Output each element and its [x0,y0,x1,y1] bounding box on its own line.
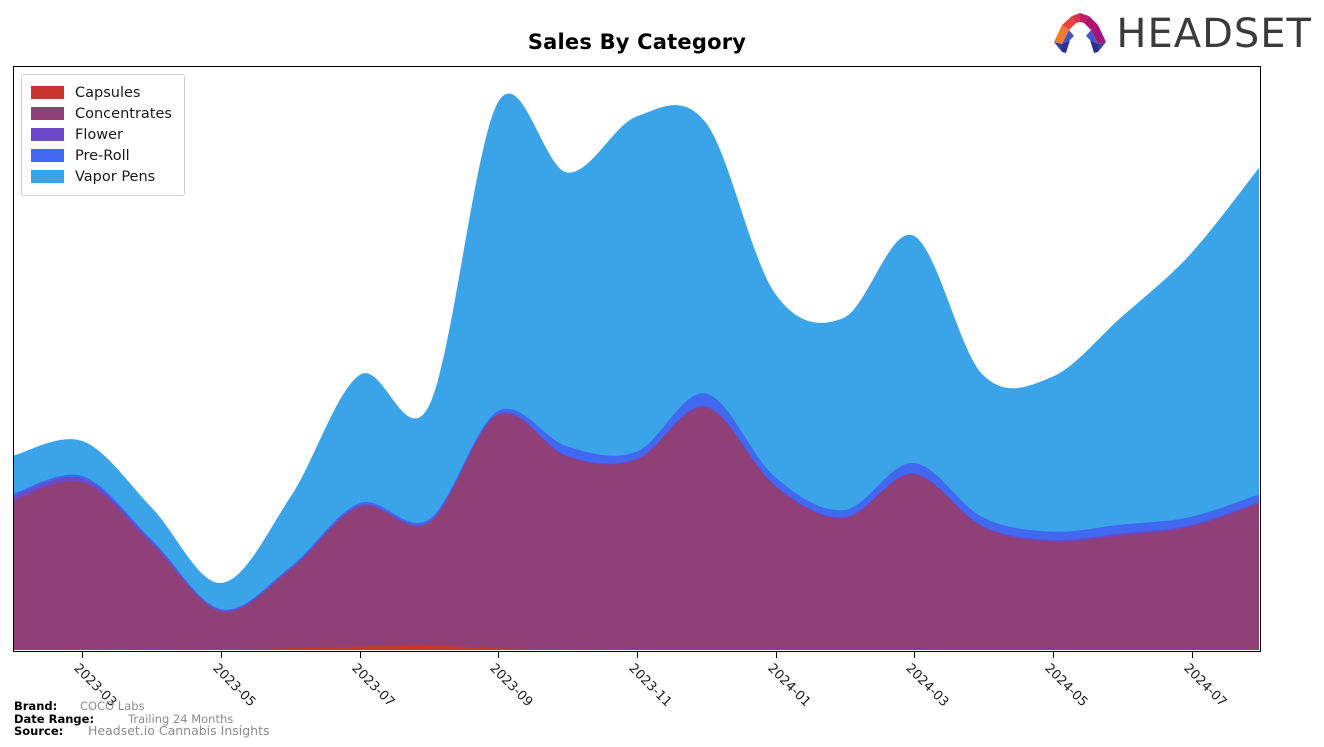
chart-footnote: Brand: COCO Labs Date Range: Trailing 24… [14,700,270,738]
legend-swatch-flower [31,128,64,141]
legend-label-concentrates: Concentrates [75,105,172,122]
legend-swatch-vapor-pens [31,170,64,183]
footnote-brand-row: Brand: COCO Labs [14,700,270,713]
x-axis-label-2023-07: 2023-07 [348,661,398,711]
x-axis-label-2024-07: 2024-07 [1180,661,1230,711]
headset-logo: HEADSET [1052,8,1312,60]
x-axis-label-2023-09: 2023-09 [486,661,536,711]
x-axis-label-2024-03: 2024-03 [902,661,952,711]
legend-item-vapor-pens[interactable]: Vapor Pens [31,166,172,187]
legend-item-pre-roll[interactable]: Pre-Roll [31,145,172,166]
logo-wordmark: HEADSET [1116,11,1312,57]
x-axis-tick [1053,652,1054,658]
x-axis-tick [637,652,638,658]
legend-label-flower: Flower [75,126,123,143]
x-axis-tick [775,652,777,658]
x-axis-tick [1191,652,1193,658]
stacked-area-chart [14,93,1259,650]
legend-swatch-capsules [31,86,64,99]
legend-swatch-concentrates [31,107,64,120]
x-axis-label-2024-05: 2024-05 [1041,661,1091,711]
x-axis-tick [498,652,500,658]
legend-label-vapor-pens: Vapor Pens [75,168,156,185]
footnote-source-value: Headset.io Cannabis Insights [88,723,270,738]
x-axis-tick [221,652,222,658]
chart-plot-area: Capsules Concentrates Flower Pre-Roll Va… [13,66,1261,652]
legend-item-concentrates[interactable]: Concentrates [31,103,172,124]
chart-legend: Capsules Concentrates Flower Pre-Roll Va… [21,74,185,196]
x-axis-tick [82,652,84,658]
x-axis-tick [914,652,916,658]
legend-item-capsules[interactable]: Capsules [31,82,172,103]
legend-label-capsules: Capsules [75,84,141,101]
x-axis-label-2023-11: 2023-11 [625,661,675,711]
footnote-source-key: Source: [14,724,64,738]
footnote-brand-key: Brand: [14,699,58,713]
x-axis-label-2024-01: 2024-01 [764,661,814,711]
x-axis-tick [359,652,361,658]
footnote-brand-value: COCO Labs [80,699,145,713]
legend-swatch-pre-roll [31,149,64,162]
legend-item-flower[interactable]: Flower [31,124,172,145]
footnote-source-row: Source: Headset.io Cannabis Insights [14,723,270,738]
legend-label-pre-roll: Pre-Roll [75,147,130,164]
headset-arch-logo-icon [1052,10,1108,58]
